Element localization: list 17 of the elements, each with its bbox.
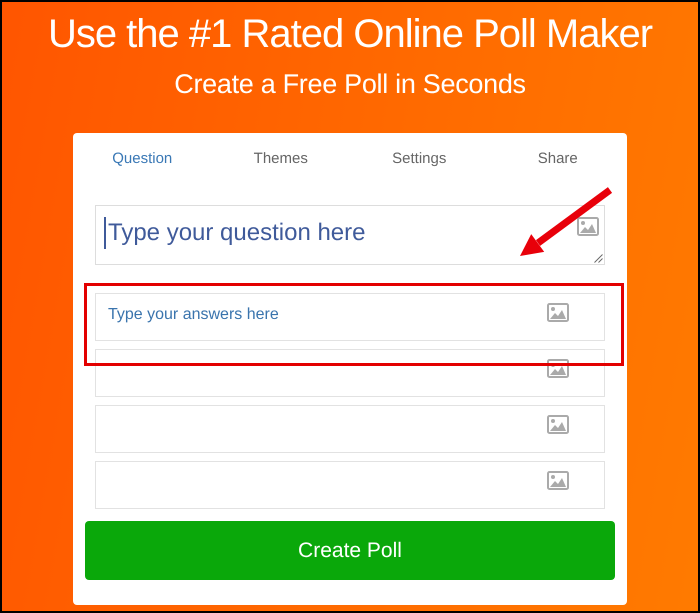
- tab[interactable]: Share: [534, 148, 582, 168]
- image-icon[interactable]: [547, 415, 569, 434]
- page-title: Use the #1 Rated Online Poll Maker: [48, 11, 652, 58]
- answer-field[interactable]: Type your answers here: [95, 293, 605, 341]
- create-poll-button[interactable]: Create Poll: [85, 521, 615, 580]
- question-field[interactable]: Type your question here: [95, 205, 605, 265]
- page-subtitle: Create a Free Poll in Seconds: [174, 68, 526, 101]
- tab[interactable]: Themes: [250, 148, 312, 168]
- image-icon[interactable]: [547, 303, 569, 322]
- image-icon[interactable]: [577, 217, 599, 236]
- resize-grip-icon: [594, 254, 603, 263]
- image-icon[interactable]: [547, 471, 569, 490]
- tab[interactable]: Question: [108, 148, 176, 168]
- tab[interactable]: Settings: [388, 148, 450, 168]
- answer-field[interactable]: [95, 461, 605, 509]
- answer-field[interactable]: [95, 405, 605, 453]
- answer-field[interactable]: [95, 349, 605, 397]
